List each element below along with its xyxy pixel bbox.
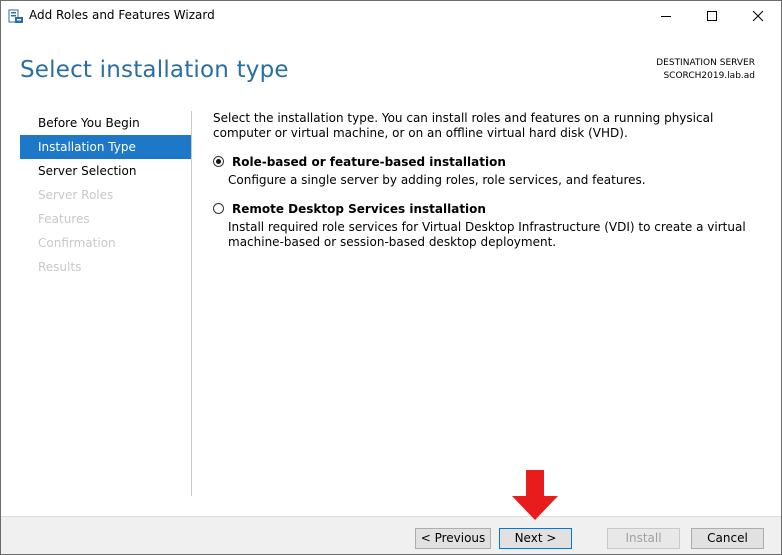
option-title-remote-desktop[interactable]: Remote Desktop Services installation — [232, 202, 768, 216]
option-title-role-based[interactable]: Role-based or feature-based installation — [232, 155, 768, 169]
option-desc-remote-desktop: Install required role services for Virtu… — [228, 220, 746, 249]
maximize-button[interactable] — [689, 1, 735, 31]
intro-text: Select the installation type. You can in… — [213, 111, 714, 140]
wizard-footer: < Previous Next > Install Cancel — [1, 516, 781, 554]
nav-item-before-you-begin[interactable]: Before You Begin — [20, 111, 192, 135]
close-button[interactable] — [735, 1, 781, 31]
minimize-button[interactable] — [643, 1, 689, 31]
page-title: Select installation type — [20, 57, 289, 83]
install-button: Install — [607, 528, 680, 549]
main-content: Select the installation type. You can in… — [213, 111, 768, 250]
nav-item-confirmation: Confirmation — [38, 236, 116, 250]
server-manager-icon — [8, 8, 24, 24]
option-desc-role-based: Configure a single server by adding role… — [228, 173, 646, 187]
nav-item-features: Features — [38, 212, 90, 226]
destination-server-name: SCORCH2019.lab.ad — [663, 71, 755, 81]
option-remote-desktop[interactable]: Remote Desktop Services installation Ins… — [213, 202, 768, 250]
minimize-icon — [661, 16, 671, 17]
window-title: Add Roles and Features Wizard — [29, 8, 215, 22]
nav-item-results: Results — [38, 260, 82, 274]
nav-divider — [191, 111, 192, 496]
red-arrow-down-icon — [512, 470, 558, 520]
destination-label: DESTINATION SERVER — [656, 58, 755, 68]
wizard-header: Select installation type DESTINATION SER… — [1, 31, 781, 101]
title-bar[interactable]: Add Roles and Features Wizard — [1, 1, 781, 31]
close-icon — [752, 10, 764, 22]
radio-remote-desktop[interactable] — [213, 203, 224, 214]
destination-server-info: DESTINATION SERVER SCORCH2019.lab.ad — [656, 57, 755, 83]
wizard-steps-nav: Before You Begin Installation Type Serve… — [20, 111, 192, 279]
radio-role-based[interactable] — [213, 156, 224, 167]
next-button[interactable]: Next > — [499, 528, 572, 549]
cancel-button[interactable]: Cancel — [691, 528, 764, 549]
nav-item-server-roles: Server Roles — [38, 188, 114, 202]
maximize-icon — [707, 11, 717, 21]
wizard-window: Add Roles and Features Wizard Select ins… — [0, 0, 782, 555]
nav-item-installation-type[interactable]: Installation Type — [20, 135, 192, 159]
nav-item-server-selection[interactable]: Server Selection — [20, 159, 192, 183]
previous-button[interactable]: < Previous — [415, 528, 491, 549]
option-role-based[interactable]: Role-based or feature-based installation… — [213, 155, 768, 188]
